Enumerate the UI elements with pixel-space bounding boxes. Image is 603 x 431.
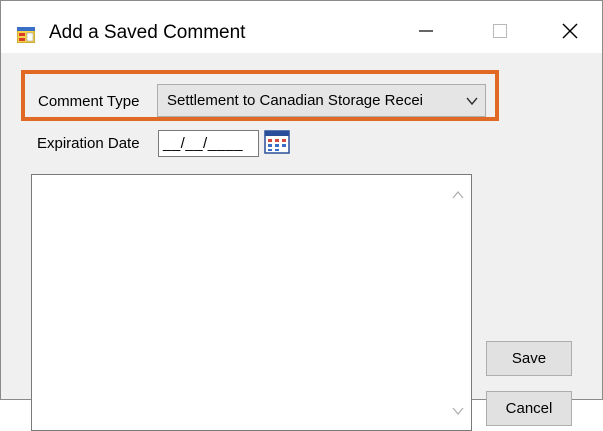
minimize-icon bbox=[419, 30, 433, 32]
comment-type-select[interactable]: Settlement to Canadian Storage Recei bbox=[157, 84, 486, 117]
expiration-date-label: Expiration Date bbox=[37, 135, 140, 152]
comment-type-label: Comment Type bbox=[38, 93, 140, 110]
expiration-date-field[interactable]: __/__/____ bbox=[158, 130, 259, 157]
close-button[interactable] bbox=[541, 9, 599, 53]
window-title: Add a Saved Comment bbox=[49, 22, 246, 43]
expiration-date-value: __/__/____ bbox=[163, 135, 244, 152]
close-icon bbox=[562, 23, 578, 39]
cancel-button[interactable]: Cancel bbox=[486, 391, 572, 426]
chevron-down-icon bbox=[466, 97, 478, 106]
dialog-window: Add a Saved Comment Comment Type Settlem… bbox=[0, 0, 603, 431]
calendar-icon[interactable] bbox=[264, 129, 290, 155]
minimize-button[interactable] bbox=[397, 9, 455, 53]
scroll-up-icon[interactable] bbox=[452, 190, 464, 200]
scroll-down-icon[interactable] bbox=[452, 406, 464, 416]
comment-type-value: Settlement to Canadian Storage Recei bbox=[167, 92, 423, 109]
comment-textarea[interactable] bbox=[31, 174, 472, 431]
dialog-content: Comment Type Settlement to Canadian Stor… bbox=[1, 53, 602, 431]
maximize-icon bbox=[493, 24, 507, 38]
maximize-button[interactable] bbox=[471, 9, 529, 53]
app-form-icon bbox=[17, 27, 35, 43]
title-bar[interactable]: Add a Saved Comment bbox=[1, 1, 602, 53]
save-button[interactable]: Save bbox=[486, 341, 572, 376]
